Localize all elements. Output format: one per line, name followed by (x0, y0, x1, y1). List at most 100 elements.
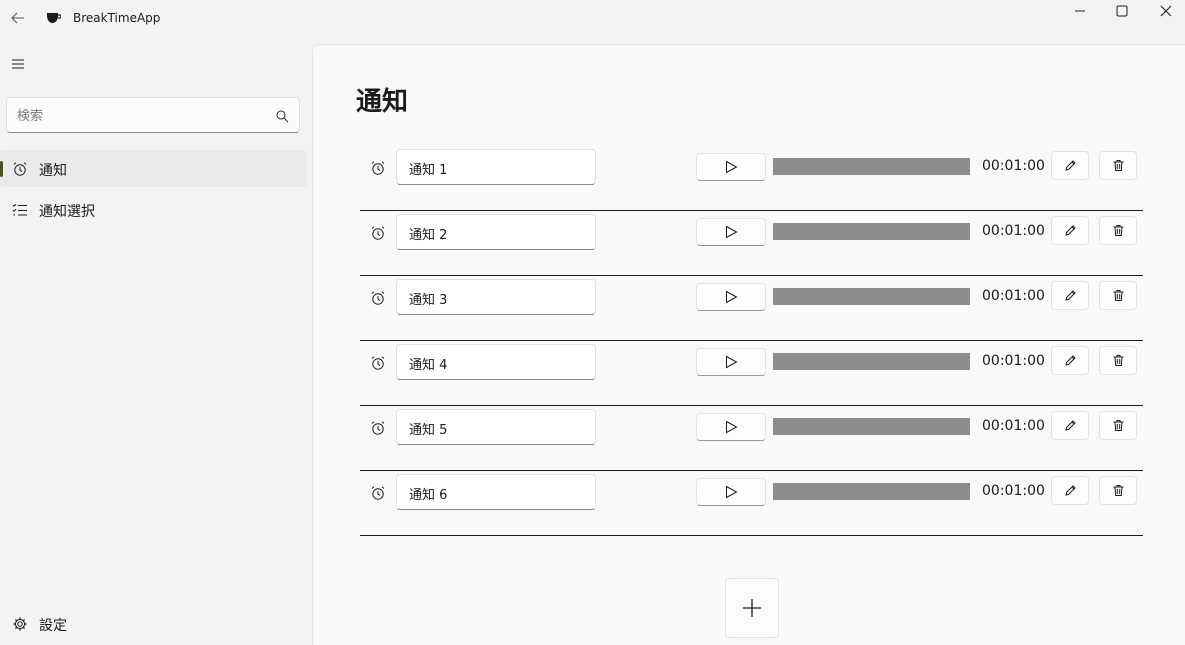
delete-button[interactable] (1099, 281, 1137, 310)
play-button[interactable] (696, 478, 766, 506)
pencil-icon (1064, 290, 1076, 301)
play-icon (726, 355, 738, 369)
time-remaining: 00:01:00 (982, 288, 1045, 304)
minimize-icon (1075, 10, 1085, 12)
pencil-icon (1064, 485, 1076, 496)
play-icon (726, 160, 738, 174)
app-cup-icon (47, 13, 61, 23)
selection-indicator (0, 161, 3, 177)
search-icon[interactable] (275, 109, 289, 123)
trash-icon (1113, 160, 1123, 171)
notification-name-field[interactable]: 通知 1 (396, 149, 596, 185)
arrow-left-icon (11, 12, 24, 24)
progress-bar (773, 223, 970, 240)
progress-bar (773, 288, 970, 305)
progress-fill (773, 483, 970, 500)
progress-fill (773, 158, 970, 175)
trash-icon (1113, 355, 1123, 366)
play-button[interactable] (696, 218, 766, 246)
minimize-button[interactable] (1057, 0, 1103, 22)
progress-bar (773, 158, 970, 175)
play-button[interactable] (696, 413, 766, 441)
play-button[interactable] (696, 283, 766, 311)
notification-row: 通知 3 00:01:00 (360, 276, 1143, 341)
notification-row: 通知 6 00:01:00 (360, 471, 1143, 536)
add-notification-button[interactable] (725, 578, 779, 638)
nav-item-notifications[interactable]: 通知 (0, 150, 307, 187)
notification-name: 通知 1 (409, 163, 448, 178)
hamburger-icon (12, 59, 24, 69)
delete-button[interactable] (1099, 476, 1137, 505)
edit-button[interactable] (1051, 151, 1089, 180)
pencil-icon (1064, 355, 1076, 366)
time-remaining: 00:01:00 (982, 418, 1045, 434)
play-button[interactable] (696, 348, 766, 376)
notification-row: 通知 2 00:01:00 (360, 211, 1143, 276)
edit-button[interactable] (1051, 411, 1089, 440)
page-title: 通知 (356, 87, 409, 117)
close-button[interactable] (1143, 0, 1185, 22)
edit-button[interactable] (1051, 346, 1089, 375)
time-remaining: 00:01:00 (982, 353, 1045, 369)
maximize-icon (1116, 5, 1128, 17)
delete-button[interactable] (1099, 151, 1137, 180)
notification-name: 通知 6 (409, 488, 448, 503)
edit-button[interactable] (1051, 281, 1089, 310)
notification-row: 通知 1 00:01:00 (360, 146, 1143, 211)
notification-name: 通知 5 (409, 423, 448, 438)
alarm-clock-icon (371, 291, 385, 305)
notification-row: 通知 4 00:01:00 (360, 341, 1143, 406)
play-button[interactable] (696, 153, 766, 181)
close-icon (1160, 5, 1172, 17)
delete-button[interactable] (1099, 346, 1137, 375)
edit-button[interactable] (1051, 216, 1089, 245)
notification-name-field[interactable]: 通知 3 (396, 279, 596, 315)
settings-label: 設定 (39, 618, 67, 634)
trash-icon (1113, 225, 1123, 236)
time-remaining: 00:01:00 (982, 158, 1045, 174)
progress-bar (773, 418, 970, 435)
play-icon (726, 420, 738, 434)
trash-icon (1113, 485, 1123, 496)
trash-icon (1113, 290, 1123, 301)
nav-item-label: 通知 (39, 163, 67, 179)
delete-button[interactable] (1099, 411, 1137, 440)
plus-icon (743, 599, 761, 617)
notification-name: 通知 2 (409, 228, 448, 243)
notification-name-field[interactable]: 通知 5 (396, 409, 596, 445)
title-bar: BreakTimeApp (0, 0, 1185, 40)
progress-bar (773, 483, 970, 500)
checklist-icon (12, 203, 27, 216)
progress-fill (773, 223, 970, 240)
edit-button[interactable] (1051, 476, 1089, 505)
play-icon (726, 290, 738, 304)
search-input[interactable] (17, 106, 257, 126)
play-icon (726, 485, 738, 499)
progress-fill (773, 353, 970, 370)
progress-bar (773, 353, 970, 370)
pencil-icon (1064, 160, 1076, 171)
alarm-clock-icon (13, 162, 27, 176)
alarm-clock-icon (371, 486, 385, 500)
progress-fill (773, 418, 970, 435)
back-button[interactable] (4, 6, 32, 30)
notification-name-field[interactable]: 通知 6 (396, 474, 596, 510)
maximize-button[interactable] (1099, 0, 1145, 22)
pencil-icon (1064, 420, 1076, 431)
main-content: 通知 通知 1 00:01:00 通知 2 00:01:00 通知 3 00:0… (312, 44, 1185, 645)
delete-button[interactable] (1099, 216, 1137, 245)
time-remaining: 00:01:00 (982, 223, 1045, 239)
alarm-clock-icon (371, 356, 385, 370)
notification-name: 通知 4 (409, 358, 448, 373)
app-title: BreakTimeApp (73, 11, 161, 25)
nav-item-settings[interactable]: 設定 (0, 605, 307, 642)
gear-icon (13, 617, 27, 631)
alarm-clock-icon (371, 226, 385, 240)
menu-toggle-button[interactable] (6, 52, 30, 76)
notification-name-field[interactable]: 通知 4 (396, 344, 596, 380)
notification-name: 通知 3 (409, 293, 448, 308)
nav-item-notification-select[interactable]: 通知選択 (0, 191, 307, 228)
notification-name-field[interactable]: 通知 2 (396, 214, 596, 250)
search-box[interactable] (6, 97, 300, 133)
alarm-clock-icon (371, 161, 385, 175)
